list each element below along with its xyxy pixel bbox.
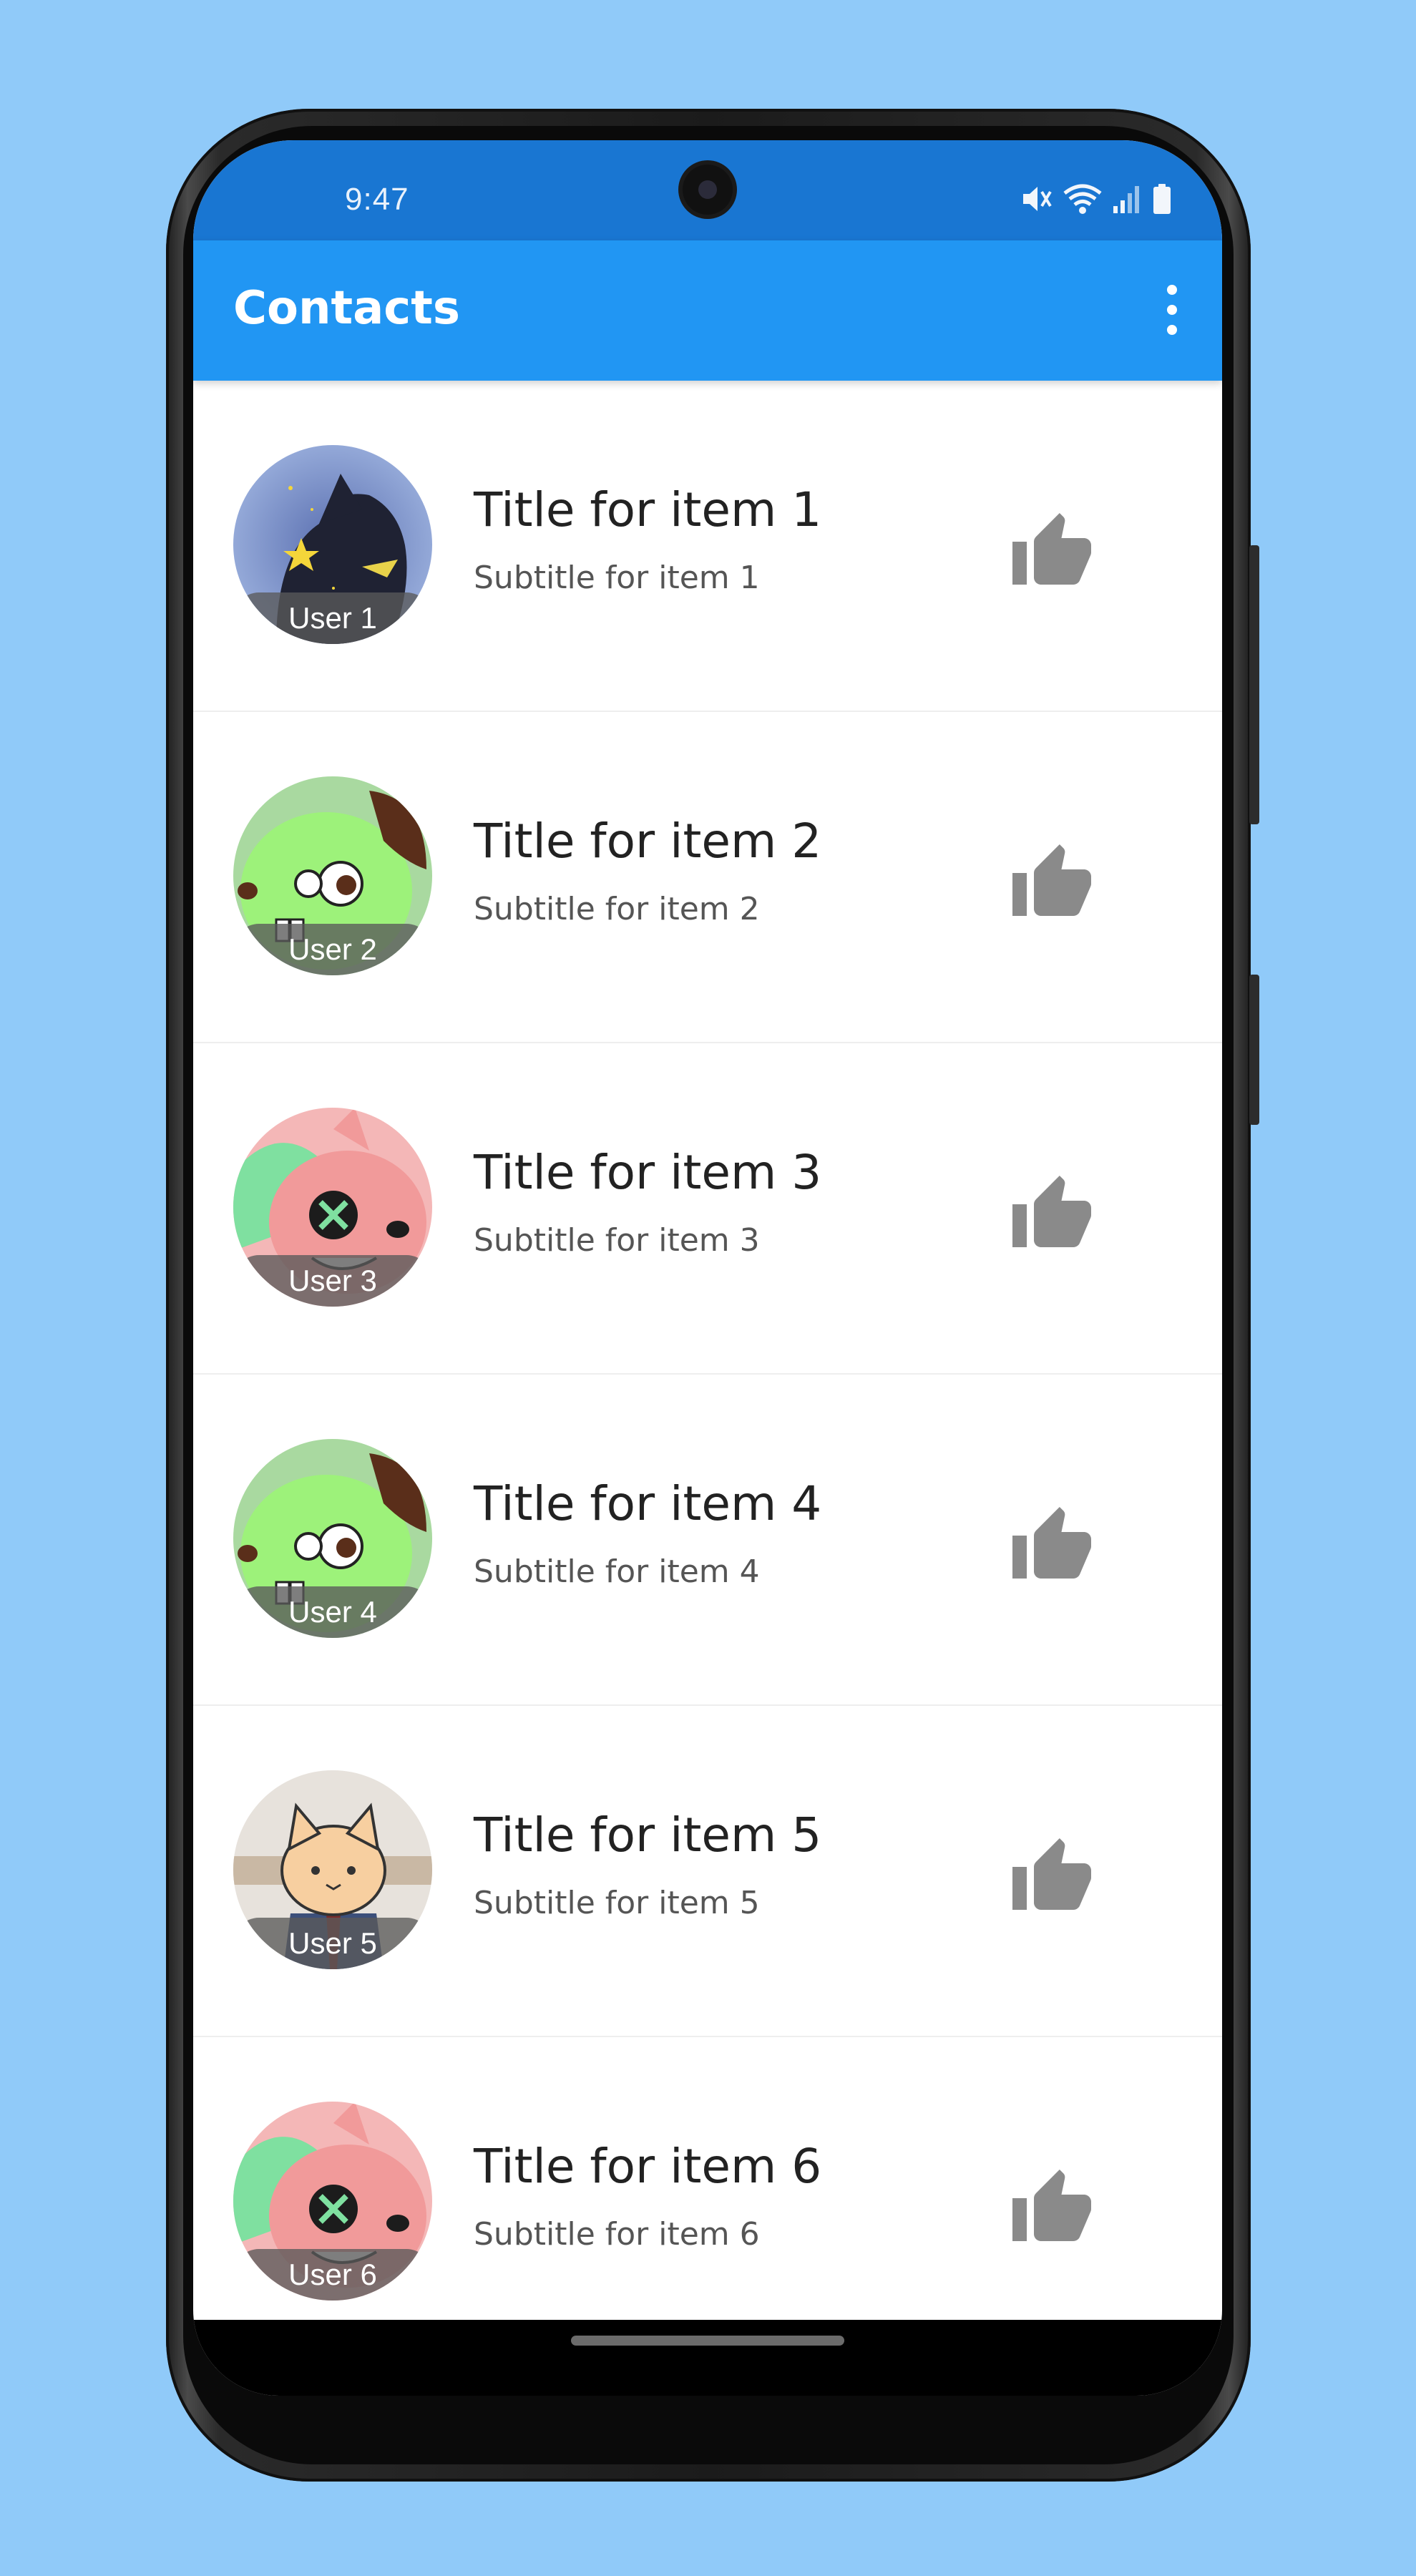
item-subtitle: Subtitle for item 3 — [474, 1222, 760, 1259]
power-button — [1249, 975, 1259, 1125]
battery-icon — [1153, 184, 1171, 214]
thumb-up-icon[interactable] — [1009, 841, 1095, 927]
thumb-up-icon[interactable] — [1009, 1503, 1095, 1589]
list-item[interactable]: User 5 Title for item 5 Subtitle for ite… — [193, 1706, 1222, 2037]
avatar[interactable]: User 6 — [233, 2102, 432, 2301]
more-vert-icon[interactable] — [1158, 285, 1186, 335]
item-title: Title for item 6 — [474, 2139, 822, 2194]
avatar-label: User 1 — [233, 592, 432, 644]
item-title: Title for item 2 — [474, 814, 822, 869]
thumb-up-icon[interactable] — [1009, 509, 1095, 595]
thumb-up-icon[interactable] — [1009, 2166, 1095, 2252]
menu-dot — [1167, 305, 1177, 315]
wifi-icon — [1063, 184, 1102, 214]
menu-dot — [1167, 285, 1177, 295]
status-bar: 9:47 — [193, 140, 1222, 240]
thumb-up-icon[interactable] — [1009, 1172, 1095, 1258]
avatar[interactable]: User 5 — [233, 1770, 432, 1969]
avatar[interactable]: User 3 — [233, 1108, 432, 1307]
item-subtitle: Subtitle for item 5 — [474, 1885, 760, 1921]
avatar[interactable]: User 2 — [233, 776, 432, 975]
contacts-list: User 1 Title for item 1 Subtitle for ite… — [193, 381, 1222, 2368]
front-camera — [683, 165, 733, 215]
avatar-label: User 4 — [233, 1586, 432, 1638]
app-bar: Contacts — [193, 240, 1222, 381]
avatar[interactable]: User 1 — [233, 445, 432, 644]
avatar-label: User 3 — [233, 1255, 432, 1307]
item-title: Title for item 1 — [474, 482, 822, 537]
item-subtitle: Subtitle for item 1 — [474, 560, 760, 596]
phone-screen: 9:47 Contacts User 1 Title for item 1 Su… — [193, 140, 1222, 2396]
item-title: Title for item 3 — [474, 1145, 822, 1200]
item-title: Title for item 5 — [474, 1807, 822, 1863]
item-title: Title for item 4 — [474, 1476, 822, 1531]
item-subtitle: Subtitle for item 4 — [474, 1553, 760, 1590]
mute-icon — [1023, 187, 1052, 211]
signal-icon — [1113, 186, 1139, 213]
list-item[interactable]: User 2 Title for item 2 Subtitle for ite… — [193, 712, 1222, 1043]
status-time: 9:47 — [345, 182, 409, 217]
avatar[interactable]: User 4 — [233, 1439, 432, 1638]
navigation-bar — [193, 2320, 1222, 2396]
avatar-label: User 5 — [233, 1918, 432, 1969]
menu-dot — [1167, 325, 1177, 335]
thumb-up-icon[interactable] — [1009, 1835, 1095, 1921]
list-item[interactable]: User 6 Title for item 6 Subtitle for ite… — [193, 2037, 1222, 2368]
list-item[interactable]: User 4 Title for item 4 Subtitle for ite… — [193, 1375, 1222, 1706]
item-subtitle: Subtitle for item 6 — [474, 2216, 760, 2253]
volume-button — [1249, 545, 1259, 824]
list-item[interactable]: User 1 Title for item 1 Subtitle for ite… — [193, 381, 1222, 712]
list-item[interactable]: User 3 Title for item 3 Subtitle for ite… — [193, 1043, 1222, 1375]
avatar-label: User 2 — [233, 924, 432, 975]
avatar-label: User 6 — [233, 2249, 432, 2301]
page-title: Contacts — [233, 282, 460, 335]
home-indicator[interactable] — [571, 2336, 844, 2346]
status-icons — [1020, 183, 1172, 215]
item-subtitle: Subtitle for item 2 — [474, 891, 760, 927]
